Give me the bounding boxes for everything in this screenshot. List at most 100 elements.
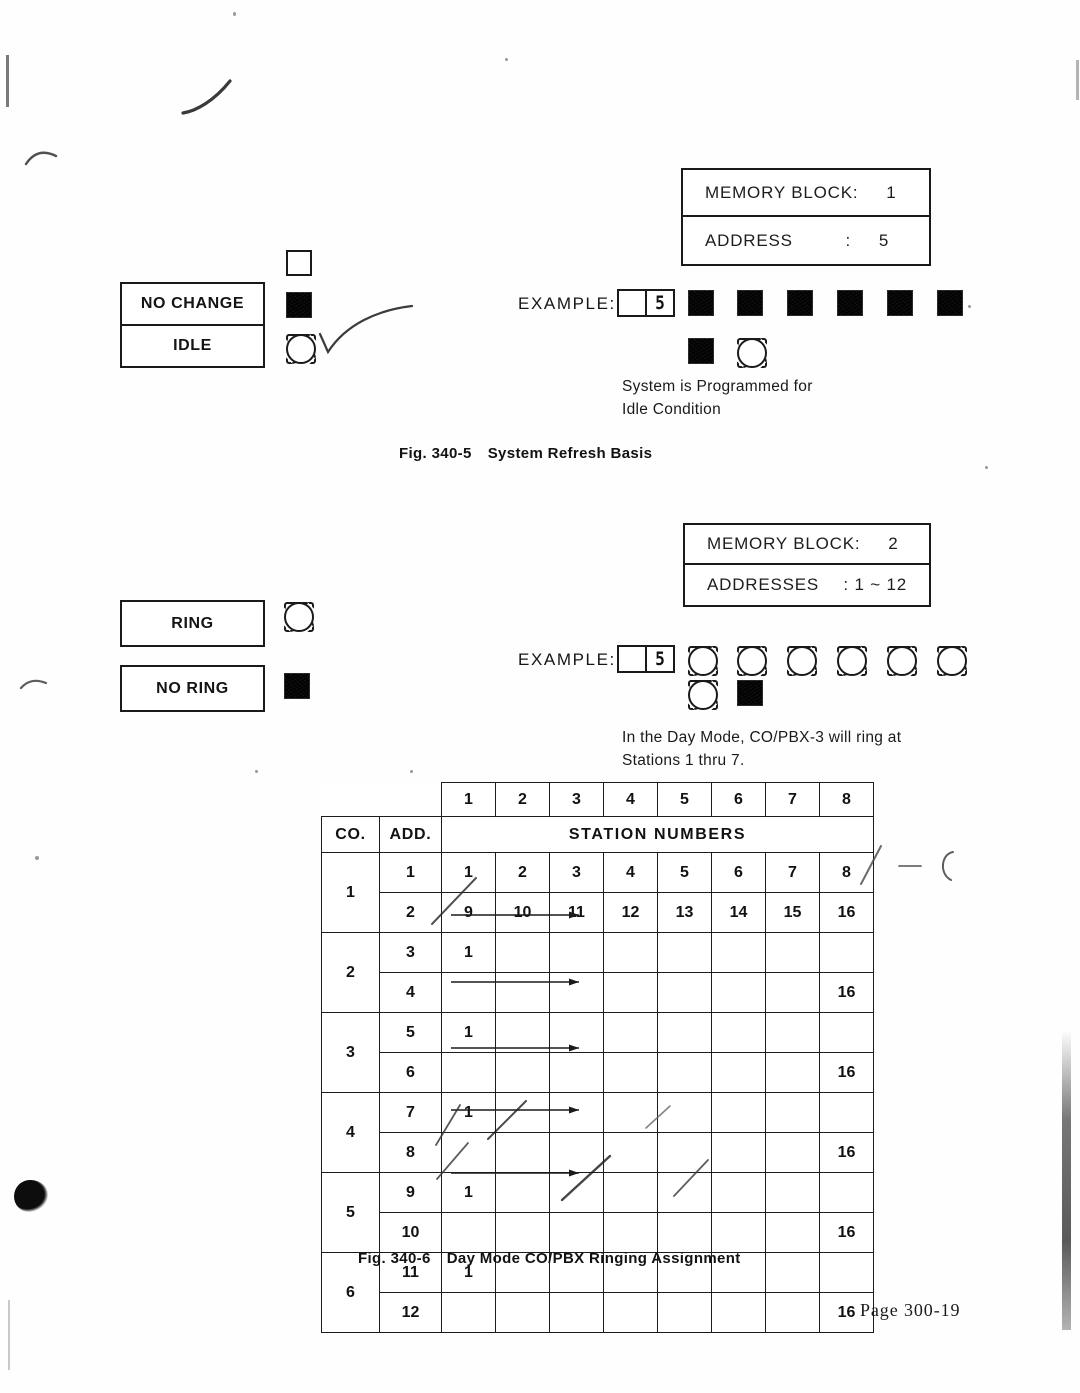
memory-block-box-1: MEMORY BLOCK : 1 ADDRESS : 5: [681, 168, 931, 266]
scan-speck: [505, 58, 508, 61]
station-cell: 1: [441, 1172, 496, 1213]
station-cell: [495, 1292, 550, 1333]
pen-stroke-artifact-top: [181, 79, 232, 115]
station-cell: 9: [441, 892, 496, 933]
table-row: 10 16: [322, 1212, 874, 1253]
table-header-row-numbers: 1 2 3 4 5 6 7 8: [322, 782, 874, 817]
station-cell: [549, 1092, 604, 1133]
legend-symbol-dark-square-no-change: [286, 292, 312, 318]
station-cell: 4: [603, 852, 658, 893]
table-row: 1 1 1 2 3 4 5 6 7 8: [321, 852, 874, 933]
scan-speck: [35, 856, 39, 860]
station-cell: [495, 1132, 550, 1173]
station-cell: [711, 1052, 766, 1093]
display-cell-blank-2: [619, 647, 647, 671]
station-cell: [495, 1012, 550, 1053]
station-cell: 1: [441, 1012, 496, 1053]
add-cell-5: 5: [379, 1012, 442, 1053]
example-symbol-dark-6: [937, 290, 963, 316]
station-cell: 13: [657, 892, 712, 933]
add-cell-2: 2: [379, 892, 442, 933]
station-cell: 5: [657, 852, 712, 893]
station-cell: [765, 1012, 820, 1053]
example-symbol-circle-2: [737, 646, 767, 676]
station-cell: [495, 1172, 550, 1213]
example-display-box-ring: 5: [617, 645, 675, 673]
station-cell: [603, 1292, 658, 1333]
memory-block-colon: :: [852, 182, 859, 202]
station-cell: [495, 1052, 550, 1093]
station-cell: 6: [711, 852, 766, 893]
table-row: 2 3 1: [321, 932, 874, 1013]
scan-speck: [255, 770, 258, 773]
memory-block-value: 1: [886, 182, 897, 202]
add-cell-10: 10: [379, 1212, 442, 1253]
add-cell-6: 6: [379, 1052, 442, 1093]
station-cell: [765, 932, 820, 973]
legend-symbol-circle-square-idle: [286, 334, 316, 364]
station-col-header-5: 5: [657, 782, 712, 817]
example-symbol-dark-3: [787, 290, 813, 316]
station-cell: [657, 1212, 712, 1253]
station-cell: [441, 1212, 496, 1253]
station-cell: [603, 1172, 658, 1213]
station-cell: [819, 1012, 874, 1053]
document-page: MEMORY BLOCK : 1 ADDRESS : 5 NO CHANGE I…: [0, 0, 1080, 1393]
station-cell: [441, 972, 496, 1013]
legend-label-no-change: NO CHANGE: [122, 284, 263, 326]
scan-speck: [968, 305, 971, 308]
station-cell: [603, 1212, 658, 1253]
station-cell: [765, 1252, 820, 1293]
scan-speck: [410, 770, 413, 773]
ink-blob-artifact: [14, 1180, 48, 1212]
station-cell: 16: [819, 1132, 874, 1173]
station-cell: 16: [819, 1212, 874, 1253]
figure-caption-title-340-5: System Refresh Basis: [487, 445, 653, 462]
station-cell: [657, 1052, 712, 1093]
station-col-header-3: 3: [549, 782, 604, 817]
station-col-header-4: 4: [603, 782, 658, 817]
display-cell-digit: 5: [655, 292, 665, 314]
station-cell: [657, 1292, 712, 1333]
note-refresh: System is Programmed for Idle Condition: [622, 378, 813, 418]
legend-label-no-ring: NO RING: [156, 679, 229, 697]
station-cell: [603, 932, 658, 973]
checkmark-annotation: [318, 304, 414, 355]
example-symbol-circle-4: [837, 646, 867, 676]
station-cell: 10: [495, 892, 550, 933]
station-cell: [711, 1012, 766, 1053]
station-cell: [657, 1172, 712, 1213]
station-cell: [441, 1052, 496, 1093]
figure-caption-340-6: Fig. 340-6 Day Mode CO/PBX Ringing Assign…: [358, 1250, 741, 1267]
station-cell: 2: [495, 852, 550, 893]
display-cell-blank: [619, 291, 647, 315]
station-cell: 15: [765, 892, 820, 933]
figure-caption-title-340-6: Day Mode CO/PBX Ringing Assignment: [446, 1250, 741, 1267]
station-cell: 12: [603, 892, 658, 933]
station-cell: [765, 1132, 820, 1173]
address-colon: :: [845, 230, 851, 250]
station-cell: [711, 1092, 766, 1133]
example-symbol-circle-1: [688, 646, 718, 676]
station-cell: [495, 972, 550, 1013]
station-cell: 8: [819, 852, 874, 893]
station-cell: [549, 1292, 604, 1333]
station-cell: [603, 1052, 658, 1093]
memory-block-label: MEMORY BLOCK: [705, 182, 853, 202]
table-header-row-labels: CO. ADD. STATION NUMBERS: [321, 816, 874, 853]
addresses-label-2: ADDRESSES: [707, 575, 820, 594]
co-cell-2: 2: [321, 932, 380, 1013]
legend-label-idle: IDLE: [173, 337, 212, 354]
station-col-header-2: 2: [495, 782, 550, 817]
example-label-refresh: EXAMPLE:: [518, 294, 616, 313]
station-cell: [441, 1292, 496, 1333]
co-cell-1: 1: [321, 852, 380, 933]
legend-label-ring: RING: [171, 614, 214, 632]
add-cell-1: 1: [379, 852, 442, 893]
station-cell: [549, 932, 604, 973]
station-cell: [441, 1132, 496, 1173]
memory-block-value-2: 2: [888, 534, 899, 553]
station-cell: 7: [765, 852, 820, 893]
station-cell: [819, 1092, 874, 1133]
figure-caption-number-340-5: Fig. 340-5: [399, 445, 472, 462]
